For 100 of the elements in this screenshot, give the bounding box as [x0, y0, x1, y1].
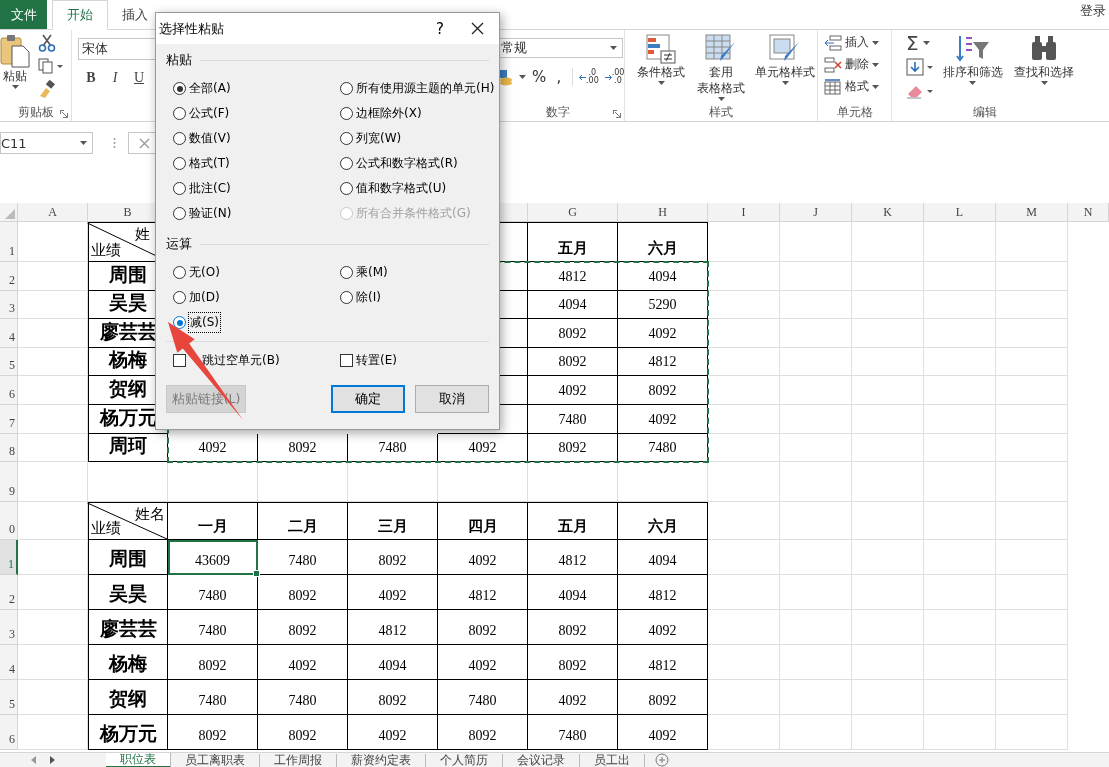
table-cell[interactable]: 4092	[528, 376, 618, 405]
table-cell[interactable]: 4812	[618, 575, 708, 611]
grid-cell[interactable]	[852, 404, 924, 434]
paste-button[interactable]: 粘贴	[0, 34, 30, 89]
grid-cell[interactable]	[852, 540, 924, 576]
column-header[interactable]: A	[18, 203, 88, 222]
grid-cell[interactable]	[924, 680, 996, 716]
grid-cell[interactable]	[708, 222, 780, 262]
grid-cell[interactable]	[708, 502, 780, 541]
radio-option[interactable]: 列宽(W)	[340, 129, 402, 148]
column-header[interactable]: J	[780, 203, 852, 222]
grid-cell[interactable]	[438, 462, 528, 503]
editing-button[interactable]: 查找和选择	[1011, 34, 1077, 85]
radio-option[interactable]: 除(I)	[340, 288, 381, 307]
grid-cell[interactable]	[924, 376, 996, 405]
grid-cell[interactable]	[18, 462, 88, 503]
dialog-button[interactable]: 取消	[415, 385, 489, 413]
style-button[interactable]: 条件格式	[635, 34, 687, 85]
table-cell[interactable]: 4092	[618, 319, 708, 348]
grid-cell[interactable]	[996, 433, 1068, 463]
table-cell[interactable]: 4812	[528, 262, 618, 291]
table-cell[interactable]: 8092	[168, 715, 258, 751]
grid-cell[interactable]	[18, 404, 88, 434]
sheet-tab[interactable]: 会议记录	[503, 753, 580, 767]
grid-cell[interactable]	[780, 680, 852, 716]
grid-cell[interactable]	[996, 462, 1068, 503]
grid-cell[interactable]	[996, 319, 1068, 348]
column-header[interactable]: G	[528, 203, 618, 222]
grid-cell[interactable]	[996, 680, 1068, 716]
grid-cell[interactable]	[18, 540, 88, 576]
editing-button[interactable]: 排序和筛选	[940, 34, 1006, 85]
grid-cell[interactable]	[852, 376, 924, 405]
row-header[interactable]: 5	[0, 680, 18, 716]
table-cell[interactable]: 4092	[438, 540, 528, 576]
grid-cell[interactable]	[996, 290, 1068, 320]
style-button[interactable]: 套用 表格格式	[695, 34, 747, 101]
decimal-button[interactable]: .00 .0	[604, 69, 625, 85]
table-cell[interactable]: 8092	[348, 540, 438, 576]
radio-option[interactable]: 公式(F)	[173, 104, 230, 123]
table-cell[interactable]: 4092	[348, 715, 438, 751]
grid-cell[interactable]	[780, 462, 852, 503]
table-cell[interactable]: 8092	[438, 715, 528, 751]
table-cell[interactable]: 4812	[618, 645, 708, 681]
table-cell[interactable]: 4812	[348, 610, 438, 646]
ribbon-tab[interactable]: 开始	[52, 0, 108, 30]
grid-cell[interactable]	[924, 290, 996, 320]
sheet-tab[interactable]: 工作周报	[260, 753, 337, 767]
grid-cell[interactable]	[924, 222, 996, 262]
fill-down-icon[interactable]	[906, 58, 934, 76]
column-header[interactable]: I	[708, 203, 780, 222]
radio-option[interactable]: 格式(T)	[173, 154, 230, 173]
grid-cell[interactable]	[852, 319, 924, 348]
radio-option[interactable]: 全部(A)	[173, 79, 231, 98]
autosum-button[interactable]: Σ	[906, 34, 934, 52]
dialog-launcher-icon[interactable]	[60, 110, 68, 118]
column-header[interactable]: M	[996, 203, 1068, 222]
grid-cell[interactable]	[996, 715, 1068, 751]
table-cell[interactable]: 8092	[528, 319, 618, 348]
grid-cell[interactable]	[924, 645, 996, 681]
row-header[interactable]: 3	[0, 290, 18, 320]
table-cell[interactable]: 7480	[258, 680, 348, 716]
table-cell[interactable]: 4094	[348, 645, 438, 681]
grid-cell[interactable]	[924, 404, 996, 434]
grid-cell[interactable]	[168, 462, 258, 503]
radio-option[interactable]: 无(O)	[173, 263, 220, 282]
row-header[interactable]: 1	[0, 222, 18, 262]
grid-cell[interactable]	[996, 262, 1068, 291]
table-cell[interactable]: 4092	[618, 715, 708, 751]
format-painter-icon[interactable]	[38, 80, 56, 98]
font-style-button[interactable]: U	[132, 70, 146, 86]
grid-cell[interactable]	[924, 610, 996, 646]
cells-button[interactable]: 插入	[824, 34, 879, 51]
grid-cell[interactable]	[852, 262, 924, 291]
table-cell[interactable]: 7480	[528, 715, 618, 751]
grid-cell[interactable]	[780, 319, 852, 348]
table-cell[interactable]: 4812	[438, 575, 528, 611]
next-sheet-icon[interactable]	[48, 756, 56, 764]
grid-cell[interactable]	[996, 376, 1068, 405]
cells-button[interactable]: 格式	[824, 78, 879, 95]
grid-cell[interactable]	[852, 347, 924, 377]
table-cell[interactable]: 4094	[618, 262, 708, 291]
grid-cell[interactable]	[708, 715, 780, 751]
row-header[interactable]: 4	[0, 319, 18, 348]
checkbox-option[interactable]: 转置(E)	[340, 351, 397, 370]
row-header[interactable]: 4	[0, 645, 18, 681]
grid-cell[interactable]	[258, 462, 348, 503]
grid-cell[interactable]	[852, 715, 924, 751]
table-cell[interactable]: 8092	[438, 610, 528, 646]
checkbox-option[interactable]: 跳过空单元(B)	[173, 351, 280, 370]
grid-cell[interactable]	[852, 222, 924, 262]
number-style-button[interactable]: %	[532, 68, 546, 86]
sheet-tab[interactable]: 员工出	[580, 753, 645, 767]
grid-cell[interactable]	[18, 347, 88, 377]
column-header[interactable]: N	[1068, 203, 1109, 222]
table-cell[interactable]: 4092	[348, 575, 438, 611]
row-header[interactable]: 7	[0, 404, 18, 434]
grid-cell[interactable]	[996, 502, 1068, 541]
grid-cell[interactable]	[780, 502, 852, 541]
table-cell[interactable]: 7480	[528, 404, 618, 434]
grid-cell[interactable]	[996, 347, 1068, 377]
